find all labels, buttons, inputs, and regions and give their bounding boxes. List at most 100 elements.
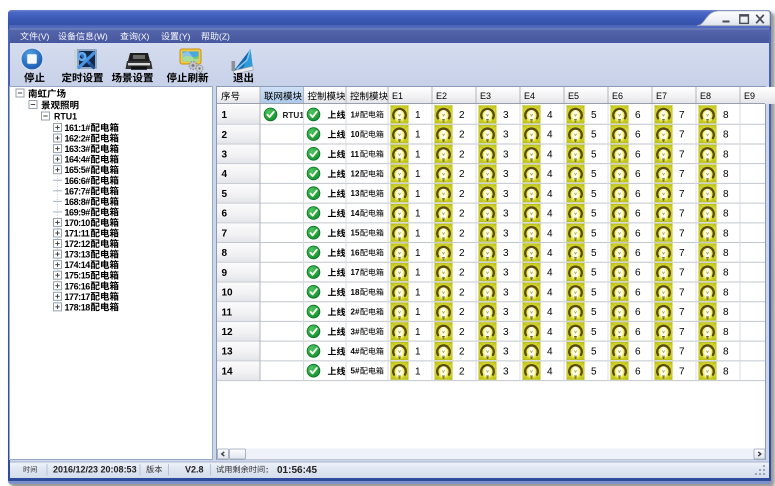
- svg-text:6: 6: [635, 307, 641, 318]
- svg-text:1: 1: [415, 110, 421, 121]
- svg-text:4: 4: [547, 228, 553, 239]
- svg-text:2: 2: [459, 287, 465, 298]
- svg-text:7: 7: [679, 287, 685, 298]
- svg-text:8: 8: [723, 209, 729, 220]
- svg-text:5: 5: [591, 189, 597, 200]
- svg-text:7: 7: [679, 347, 685, 358]
- svg-text:6: 6: [635, 347, 641, 358]
- svg-text:5: 5: [591, 110, 597, 121]
- svg-text:8: 8: [723, 169, 729, 180]
- svg-text:1: 1: [415, 307, 421, 318]
- svg-text:8: 8: [723, 366, 729, 377]
- svg-text:6: 6: [635, 327, 641, 338]
- svg-text:2: 2: [459, 189, 465, 200]
- svg-text:3: 3: [503, 268, 509, 279]
- svg-text:2: 2: [459, 149, 465, 160]
- svg-text:01:56:45: 01:56:45: [277, 465, 317, 476]
- svg-text:8: 8: [723, 149, 729, 160]
- svg-text:3: 3: [503, 209, 509, 220]
- svg-text:3#: 3#: [351, 327, 360, 336]
- svg-text:168:8#: 168:8#: [65, 197, 91, 207]
- svg-text:(X): (X): [138, 32, 150, 42]
- svg-text:5: 5: [591, 327, 597, 338]
- svg-text:E9: E9: [744, 91, 755, 101]
- svg-text:7: 7: [679, 366, 685, 377]
- svg-text:E7: E7: [656, 91, 667, 101]
- svg-text:8: 8: [723, 189, 729, 200]
- svg-text:6: 6: [635, 209, 641, 220]
- svg-text:14: 14: [222, 366, 234, 377]
- svg-text:4: 4: [547, 268, 553, 279]
- svg-text:7: 7: [679, 209, 685, 220]
- svg-text:3: 3: [503, 287, 509, 298]
- svg-text:1: 1: [222, 110, 228, 121]
- svg-text:RTU1: RTU1: [54, 112, 77, 122]
- svg-text:7: 7: [679, 268, 685, 279]
- svg-text:9: 9: [222, 268, 228, 279]
- svg-text:163:3#: 163:3#: [65, 144, 91, 154]
- svg-text:6: 6: [635, 248, 641, 259]
- svg-text:1: 1: [415, 130, 421, 141]
- svg-text:7: 7: [679, 307, 685, 318]
- svg-text:1: 1: [415, 327, 421, 338]
- svg-text:5: 5: [222, 189, 228, 200]
- svg-text:1: 1: [415, 189, 421, 200]
- svg-text:E3: E3: [480, 91, 491, 101]
- svg-text:4: 4: [547, 149, 553, 160]
- svg-text:8: 8: [723, 287, 729, 298]
- svg-text:2: 2: [459, 248, 465, 259]
- svg-text:1: 1: [415, 287, 421, 298]
- svg-text:6: 6: [635, 169, 641, 180]
- svg-text:172:12: 172:12: [65, 239, 91, 249]
- svg-text:6: 6: [635, 149, 641, 160]
- svg-text:1: 1: [415, 268, 421, 279]
- svg-text:16: 16: [351, 248, 360, 257]
- svg-text:1: 1: [415, 169, 421, 180]
- svg-text:3: 3: [503, 130, 509, 141]
- svg-text:10: 10: [351, 130, 360, 139]
- svg-text:3: 3: [503, 169, 509, 180]
- svg-text:174:14: 174:14: [65, 260, 91, 270]
- svg-text:3: 3: [503, 248, 509, 259]
- svg-text:8: 8: [723, 268, 729, 279]
- svg-text:3: 3: [503, 347, 509, 358]
- svg-text:2: 2: [459, 327, 465, 338]
- svg-text:177:17: 177:17: [65, 292, 91, 302]
- svg-text:E2: E2: [436, 91, 447, 101]
- svg-text:13: 13: [351, 189, 360, 198]
- svg-text:2016/12/23 20:08:53: 2016/12/23 20:08:53: [53, 465, 137, 475]
- svg-text:4: 4: [222, 169, 228, 180]
- svg-text:8: 8: [222, 248, 228, 259]
- svg-text:4: 4: [547, 248, 553, 259]
- svg-text:3: 3: [503, 307, 509, 318]
- svg-text:2: 2: [459, 366, 465, 377]
- svg-text:7: 7: [679, 228, 685, 239]
- svg-text:8: 8: [723, 248, 729, 259]
- svg-text:8: 8: [723, 327, 729, 338]
- svg-text:169:9#: 169:9#: [65, 207, 91, 217]
- svg-text:1: 1: [415, 228, 421, 239]
- svg-text:5#: 5#: [351, 367, 360, 376]
- svg-text:2: 2: [459, 268, 465, 279]
- svg-text:E5: E5: [568, 91, 579, 101]
- svg-text:1: 1: [415, 366, 421, 377]
- svg-text:8: 8: [723, 228, 729, 239]
- svg-text:171:11: 171:11: [65, 229, 90, 239]
- svg-text:167:7#: 167:7#: [65, 186, 91, 196]
- svg-text:3: 3: [222, 150, 228, 161]
- svg-text:3: 3: [503, 149, 509, 160]
- svg-text:4: 4: [547, 307, 553, 318]
- svg-text:5: 5: [591, 169, 597, 180]
- svg-text:6: 6: [635, 366, 641, 377]
- svg-text:4: 4: [547, 347, 553, 358]
- svg-text:175:15: 175:15: [65, 271, 91, 281]
- svg-text:6: 6: [635, 130, 641, 141]
- svg-text:2: 2: [459, 130, 465, 141]
- svg-text:2: 2: [459, 110, 465, 121]
- svg-text:2: 2: [459, 228, 465, 239]
- svg-text:5: 5: [591, 248, 597, 259]
- svg-text:5: 5: [591, 130, 597, 141]
- svg-text:5: 5: [591, 209, 597, 220]
- svg-text:5: 5: [591, 366, 597, 377]
- svg-text:2#: 2#: [351, 308, 360, 317]
